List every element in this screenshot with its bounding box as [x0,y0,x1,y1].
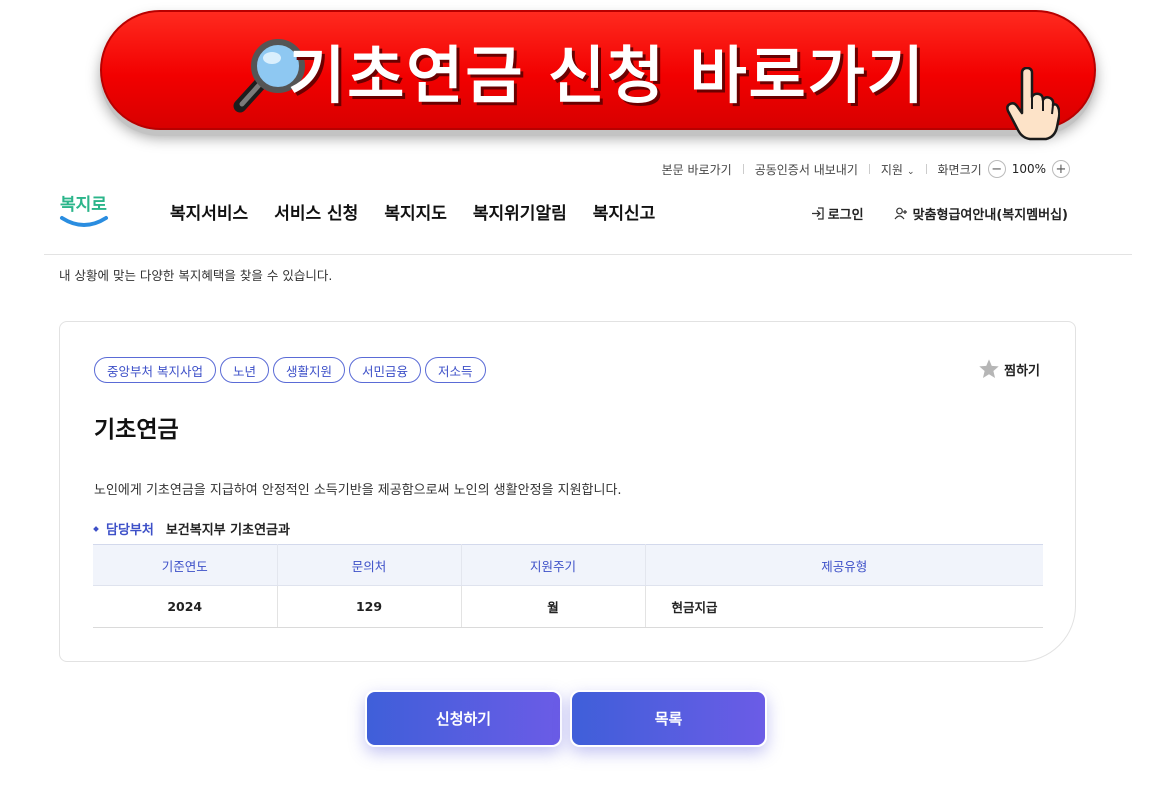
star-icon [979,359,999,378]
column-header-contact: 문의처 [277,544,462,586]
cell-provision-type: 현금지급 [645,585,1043,628]
nav-item-welfare-service[interactable]: 복지서비스 [170,199,248,224]
service-description: 노인에게 기초연금을 지급하여 안정적인 소득기반을 제공함으로써 노인의 생활… [94,483,622,498]
divider [742,164,744,174]
header-divider [44,254,1132,255]
cell-support-cycle: 월 [461,585,646,628]
login-icon [811,207,824,220]
font-size-label: 화면크기 [937,162,982,177]
support-label: 지원 [880,162,903,177]
tag-elderly[interactable]: 노년 [219,357,269,383]
zoom-value: 100% [1011,162,1046,176]
service-info-table: 기준연도 문의처 지원주기 제공유형 2024 129 월 현금지급 [93,544,1043,628]
apply-shortcut-banner[interactable]: 기초연금 신청 바로가기 [100,10,1096,141]
login-button[interactable]: 로그인 [811,204,864,223]
bullet-icon [93,525,99,532]
export-cert-link[interactable]: 공동인증서 내보내기 [755,161,858,178]
nav-item-service-apply[interactable]: 서비스 신청 [274,199,358,224]
zoom-in-button[interactable]: + [1052,160,1070,178]
cell-base-year: 2024 [93,585,278,628]
header-actions: 로그인 맞춤형급여안내(복지멤버십) [811,204,1068,223]
membership-button[interactable]: 맞춤형급여안내(복지멤버십) [894,204,1068,223]
membership-label: 맞춤형급여안내(복지멤버십) [912,208,1068,223]
table-row: 2024 129 월 현금지급 [93,585,1043,628]
department-row: 담당부처 보건복지부 기초연금과 [93,519,290,538]
tag-microfinance[interactable]: 서민금융 [349,357,422,383]
tag-central-ministry[interactable]: 중앙부처 복지사업 [94,357,216,383]
user-plus-icon [894,207,907,220]
table-header-row: 기준연도 문의처 지원주기 제공유형 [93,544,1043,586]
column-header-provision-type: 제공유형 [645,544,1043,586]
main-nav: 복지서비스 서비스 신청 복지지도 복지위기알림 복지신고 [170,199,655,224]
banner-title: 기초연금 신청 바로가기 [288,39,926,112]
chevron-down-icon: ⌄ [906,166,915,177]
tag-low-income[interactable]: 저소득 [425,357,486,383]
bokjiro-logo[interactable]: 복지로 [58,188,110,232]
logo-text: 복지로 [60,195,107,215]
divider [868,164,870,174]
nav-item-crisis-alert[interactable]: 복지위기알림 [473,199,567,224]
favorite-button[interactable]: 찜하기 [978,358,1040,380]
skip-to-content-link[interactable]: 본문 바로가기 [662,161,732,178]
pointing-hand-icon [1006,67,1060,141]
department-label: 담당부처 [106,523,154,538]
support-dropdown[interactable]: 지원 ⌄ [881,161,915,178]
divider [925,164,927,174]
login-label: 로그인 [827,208,864,223]
list-button[interactable]: 목록 [570,690,767,747]
department-value: 보건복지부 기초연금과 [165,523,290,538]
favorite-label: 찜하기 [1004,363,1040,379]
nav-item-welfare-report[interactable]: 복지신고 [593,199,656,224]
utility-bar: 본문 바로가기 공동인증서 내보내기 지원 ⌄ 화면크기 − 100% + [662,160,1076,178]
column-header-support-cycle: 지원주기 [461,544,646,586]
nav-item-welfare-map[interactable]: 복지지도 [384,199,447,224]
column-header-base-year: 기준연도 [93,544,278,586]
tag-living-support[interactable]: 생활지원 [273,357,346,383]
service-card: 중앙부처 복지사업 노년 생활지원 서민금융 저소득 찜하기 기초연금 노인에게… [59,321,1076,662]
apply-button[interactable]: 신청하기 [365,690,562,747]
cell-contact: 129 [277,585,462,628]
tag-list: 중앙부처 복지사업 노년 생활지원 서민금융 저소득 [94,357,486,383]
zoom-out-button[interactable]: − [987,160,1006,178]
intro-text: 내 상황에 맞는 다양한 복지혜택을 찾을 수 있습니다. [59,268,333,283]
service-title: 기초연금 [94,417,179,443]
